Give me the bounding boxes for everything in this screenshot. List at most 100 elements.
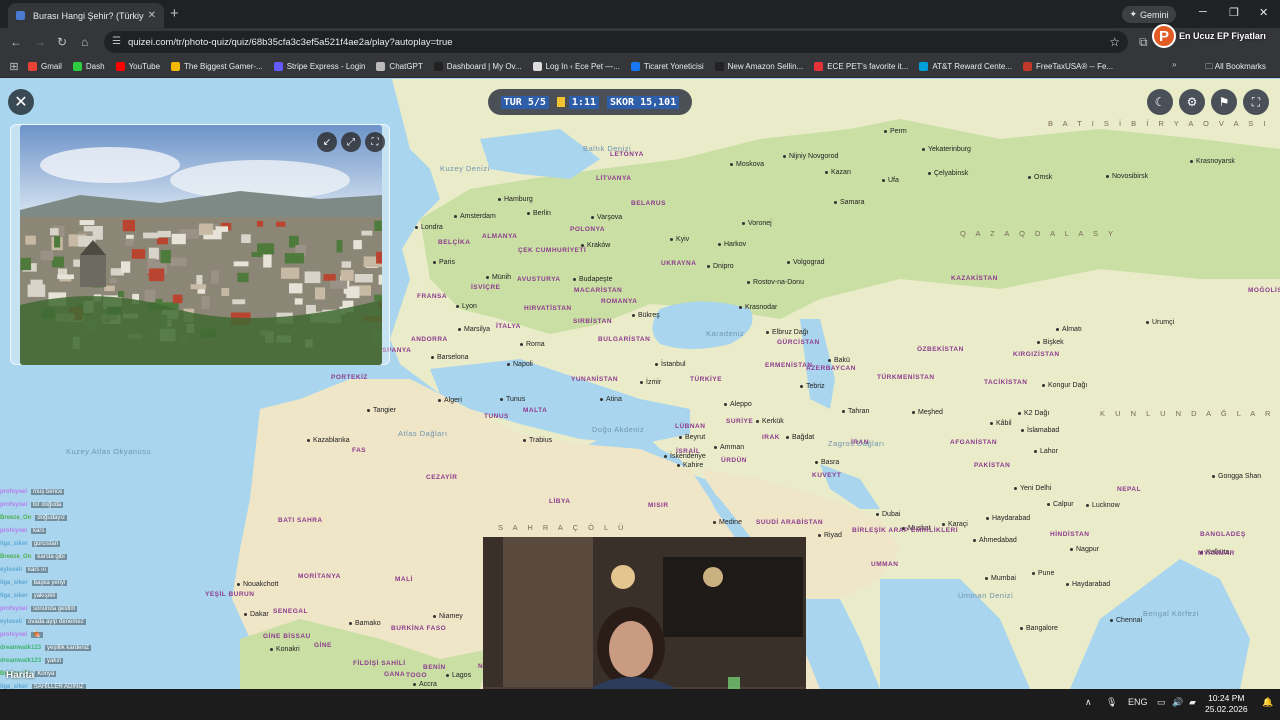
bookmark-label: ChatGPT [389,62,423,71]
home-icon[interactable]: ⌂ [81,35,88,49]
bookmark-7[interactable]: Log In ‹ Ece Pet —... [532,62,620,71]
country-label: YUNANİSTAN [571,376,619,383]
system-clock[interactable]: 10:24 PM 25.02.2026 [1205,693,1248,715]
city-label: Berlin [527,210,551,217]
all-bookmarks-label: All Bookmarks [1214,62,1266,71]
notifications-icon[interactable]: 🔔 [1262,697,1273,708]
expand-photo-icon[interactable]: ⤢ [341,132,361,152]
bookmark-11[interactable]: AT&T Reward Cente... [919,62,1012,71]
country-label: BURKİNA FASO [391,625,447,632]
url-bar[interactable]: ☰ quizei.com/tr/photo-quiz/quiz/68b35cfa… [104,31,1128,53]
close-quiz-button[interactable]: ✕ [8,89,34,115]
language-indicator[interactable]: ENG [1128,697,1148,707]
new-tab-icon[interactable]: + [170,5,179,22]
city-label: Hamburg [498,196,533,203]
chat-username: profsynel [0,528,28,534]
country-label: BİRLEŞİK ARAP EMİRLİKLERİ [852,527,959,534]
close-tab-icon[interactable]: ✕ [148,10,156,21]
bookmark-0[interactable]: Gmail [28,62,62,71]
city-label: Samara [834,199,865,206]
city-label: Niamey [433,613,463,620]
dark-mode-button[interactable]: ☾ [1147,89,1173,115]
country-label: BATI SAHRA [278,517,323,524]
moon-icon: ☾ [1154,95,1166,109]
settings-button[interactable]: ⚙ [1179,89,1205,115]
chat-username: dreamwalk123 [0,658,42,664]
bookmark-4[interactable]: Stripe Express - Login [273,62,365,71]
chat-text: başka yeriyi [31,580,68,586]
country-label: IRAK [762,434,780,441]
show-hidden-icons-icon[interactable]: ∧ [1085,697,1092,708]
country-label: FİLDİŞİ SAHİLİ [353,660,406,667]
city-label: Lahor [1034,448,1058,455]
bookmark-10[interactable]: ECE PET's favorite it... [814,62,908,71]
microphone-icon[interactable]: 🎙 [1106,697,1117,708]
bookmark-5[interactable]: ChatGPT [376,62,423,71]
collapse-photo-icon[interactable]: ↙ [317,132,337,152]
tab-title: Burası Hangi Şehir? (Türkiye) - Q [33,10,144,21]
extensions-icon[interactable]: ⧉ [1139,35,1148,50]
city-label: Kazan [825,169,851,176]
fullscreen-button[interactable]: ⛶ [1243,89,1269,115]
extension-p-icon[interactable]: P [1152,24,1176,48]
bookmark-1[interactable]: Dash [72,62,105,71]
country-label: LİTVANYA [596,175,632,182]
restore-icon[interactable]: ❐ [1229,6,1239,19]
bookmark-6[interactable]: Dashboard | My Ov... [433,62,522,71]
bookmark-label: AT&T Reward Cente... [932,62,1013,71]
gemini-label: Gemini [1140,9,1169,20]
site-settings-icon[interactable]: ☰ [112,36,121,47]
chat-message: profsynel sonunda geldim [0,603,140,616]
bookmark-favicon-icon [171,62,181,71]
city-label: Nouakchott [237,581,278,588]
more-bookmarks-icon[interactable]: » [1172,60,1176,69]
bookmark-8[interactable]: Ticaret Yoneticisi [630,62,704,71]
country-label: AFGANİSTAN [950,439,998,446]
minimize-icon[interactable]: ─ [1199,6,1207,18]
city-label: Omsk [1028,174,1052,181]
bookmark-12[interactable]: FreeTaxUSA® -- Fe... [1023,62,1113,71]
bookmarks-bar: ⊞ Gmail Dash YouTube The Biggest Gamer-... S… [0,56,1280,78]
city-label: Kerkük [756,418,784,425]
all-bookmarks[interactable]: 🗀 All Bookmarks [1205,61,1266,75]
folder-icon: 🗀 [1205,62,1213,71]
monitor-icon[interactable]: ▭ [1157,697,1166,708]
chat-text: karsta gibi [35,554,67,560]
address-toolbar: ← → ↻ ⌂ ☰ quizei.com/tr/photo-quiz/quiz/… [0,28,1280,56]
browser-tab[interactable]: Burası Hangi Şehir? (Türkiye) - Q ✕ [8,3,164,28]
city-label: Chennai [1110,617,1142,624]
quiz-city-photo[interactable] [20,125,382,365]
country-label: YEŞİL BURUN [205,591,255,598]
bookmark-2[interactable]: YouTube [115,62,160,71]
country-label: AVUSTURYA [517,276,561,283]
reload-icon[interactable]: ↻ [57,35,67,49]
timer: 1:11 [556,95,599,109]
city-label: Bişkek [1037,339,1064,346]
chat-text: kars ııı [26,567,49,573]
city-label: Varşova [591,214,622,221]
volume-icon[interactable]: 🔊 [1172,697,1183,708]
country-label: BELÇİKA [438,239,471,246]
fullscreen-photo-icon[interactable]: ⛶ [365,132,385,152]
close-window-icon[interactable]: ✕ [1259,6,1268,19]
bookmark-9[interactable]: New Amazon Sellin... [714,62,803,71]
country-label: UMMAN [871,561,899,568]
bookmark-star-icon[interactable]: ☆ [1109,35,1120,49]
battery-icon[interactable]: ▰ [1189,697,1196,708]
city-label: Urumçi [1146,319,1174,326]
apps-grid-icon[interactable]: ⊞ [0,60,28,73]
clock-time: 10:24 PM [1208,693,1245,703]
bookmark-3[interactable]: The Biggest Gamer-... [171,62,263,71]
bookmark-label: The Biggest Gamer-... [184,62,263,71]
chat-message: eyloseli kars ııı [0,564,140,577]
city-photo-svg [20,125,382,365]
city-label: Konakri [270,646,300,653]
report-button[interactable]: ⚑ [1211,89,1237,115]
bookmark-favicon-icon [919,62,929,71]
chat-message: liga_siker yakışıklı [0,590,140,603]
chat-text: 🍖 [31,632,43,638]
gemini-button[interactable]: ✦ Gemini [1122,6,1176,23]
sea-label: Doğu Akdeniz [592,425,645,434]
forward-icon[interactable]: → [34,35,46,49]
back-icon[interactable]: ← [10,35,22,49]
